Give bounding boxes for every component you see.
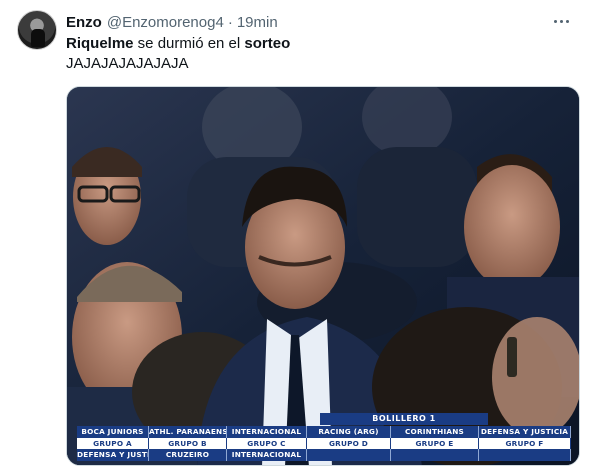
more-horizontal-icon[interactable] — [550, 12, 572, 30]
teams-row: BOCA JUNIORS ATHL. PARANAENSE INTERNACIO… — [77, 426, 571, 438]
avatar[interactable] — [17, 10, 57, 50]
tweet-card[interactable]: Enzo @Enzomorenog4 · 19min Riquelme se d… — [0, 0, 590, 471]
team-cell: DEFENSA Y JUSTICIA — [479, 426, 571, 438]
team-cell: INTERNACIONAL — [227, 426, 307, 438]
group-draw-cell: INTERNACIONAL — [227, 449, 307, 461]
group-draw-cell — [307, 449, 391, 461]
author-handle[interactable]: @Enzomorenog4 — [107, 14, 224, 31]
group-draw-cell — [391, 449, 479, 461]
tweet-text-middle: se durmió en el — [133, 35, 245, 52]
bolillero-label: BOLILLERO 1 — [320, 413, 488, 425]
tweet-text: Riquelme se durmió en el sorteo JAJAJAJA… — [66, 34, 290, 74]
mention-riquelme: Riquelme — [66, 35, 134, 52]
tweet-text-line-2: JAJAJAJAJAJAJA — [66, 55, 189, 72]
group-draw-cell: CRUZEIRO — [149, 449, 227, 461]
timestamp[interactable]: 19min — [237, 14, 278, 31]
tweet-header: Enzo @Enzomorenog4 · 19min — [66, 12, 278, 32]
tv-broadcast-image — [67, 87, 579, 465]
draw-graphic: BOLILLERO 1 BOCA JUNIORS ATHL. PARANAENS… — [77, 413, 571, 461]
author-name[interactable]: Enzo — [66, 14, 102, 31]
word-sorteo: sorteo — [244, 35, 291, 52]
team-cell: CORINTHIANS — [391, 426, 479, 438]
tweet-text-line-1: Riquelme se durmió en el sorteo — [66, 34, 290, 54]
tweet-media-photo[interactable]: BOLILLERO 1 BOCA JUNIORS ATHL. PARANAENS… — [66, 86, 580, 466]
team-cell: BOCA JUNIORS — [77, 426, 149, 438]
avatar-figure — [31, 29, 45, 47]
team-cell: ATHL. PARANAENSE — [149, 426, 227, 438]
separator-dot: · — [227, 13, 233, 31]
group-draw-cell: DEFENSA Y JUSTICIA — [77, 449, 149, 461]
group-draw-cell — [479, 449, 571, 461]
group-draw-row: DEFENSA Y JUSTICIA CRUZEIRO INTERNACIONA… — [77, 449, 571, 461]
team-cell: RACING (ARG) — [307, 426, 391, 438]
